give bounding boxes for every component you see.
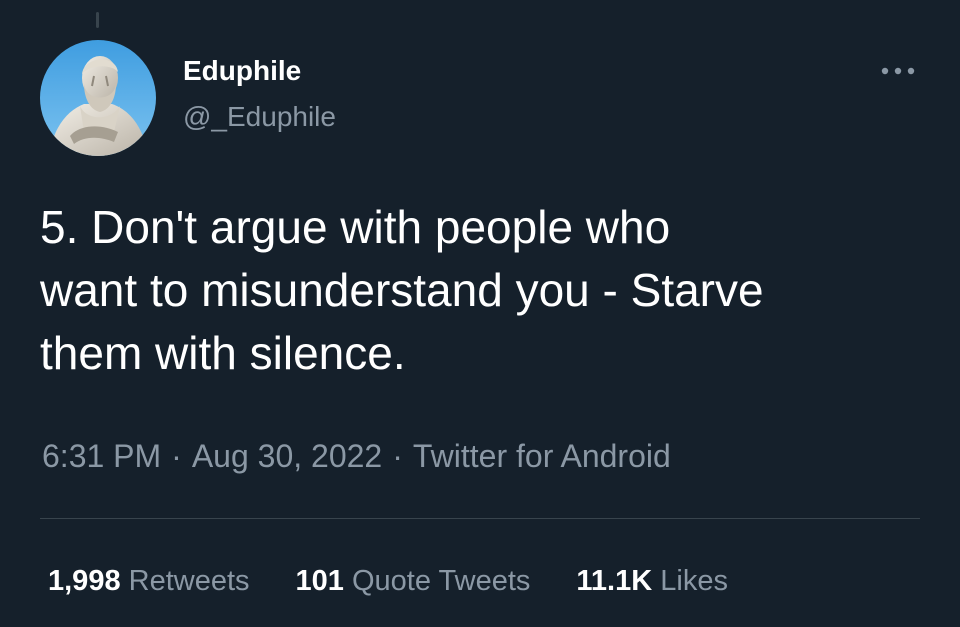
likes-count: 11.1K: [576, 565, 653, 597]
tweet-text: 5. Don't argue with people who want to m…: [40, 201, 764, 379]
quote-tweets-stat[interactable]: 101 Quote Tweets: [296, 562, 531, 600]
marble-statue-avatar-icon: [40, 40, 156, 156]
tweet-date[interactable]: Aug 30, 2022: [192, 438, 382, 474]
quote-tweets-count: 101: [295, 565, 344, 597]
retweets-label: Retweets: [128, 565, 250, 597]
separator-dot: ·: [392, 438, 403, 474]
author-display-name[interactable]: Eduphile: [183, 54, 301, 88]
avatar[interactable]: [40, 40, 156, 156]
tweet-source[interactable]: Twitter for Android: [413, 438, 671, 474]
ellipsis-icon: [881, 67, 915, 75]
retweets-count: 1,998: [48, 565, 121, 597]
author-handle[interactable]: @_Eduphile: [183, 100, 336, 134]
quote-tweets-label: Quote Tweets: [351, 565, 531, 597]
tweet-metadata: 6:31 PM · Aug 30, 2022 · Twitter for Android: [42, 436, 671, 476]
engagement-stats: 1,998 Retweets 101 Quote Tweets 11.1K Li…: [48, 562, 774, 600]
thread-connector-line: [96, 12, 99, 28]
tweet-time[interactable]: 6:31 PM: [42, 438, 161, 474]
retweets-stat[interactable]: 1,998 Retweets: [48, 562, 250, 600]
separator-dot: ·: [171, 438, 182, 474]
likes-label: Likes: [660, 565, 728, 597]
likes-stat[interactable]: 11.1K Likes: [576, 562, 728, 600]
divider: [40, 518, 920, 519]
more-options-button[interactable]: [876, 56, 920, 86]
